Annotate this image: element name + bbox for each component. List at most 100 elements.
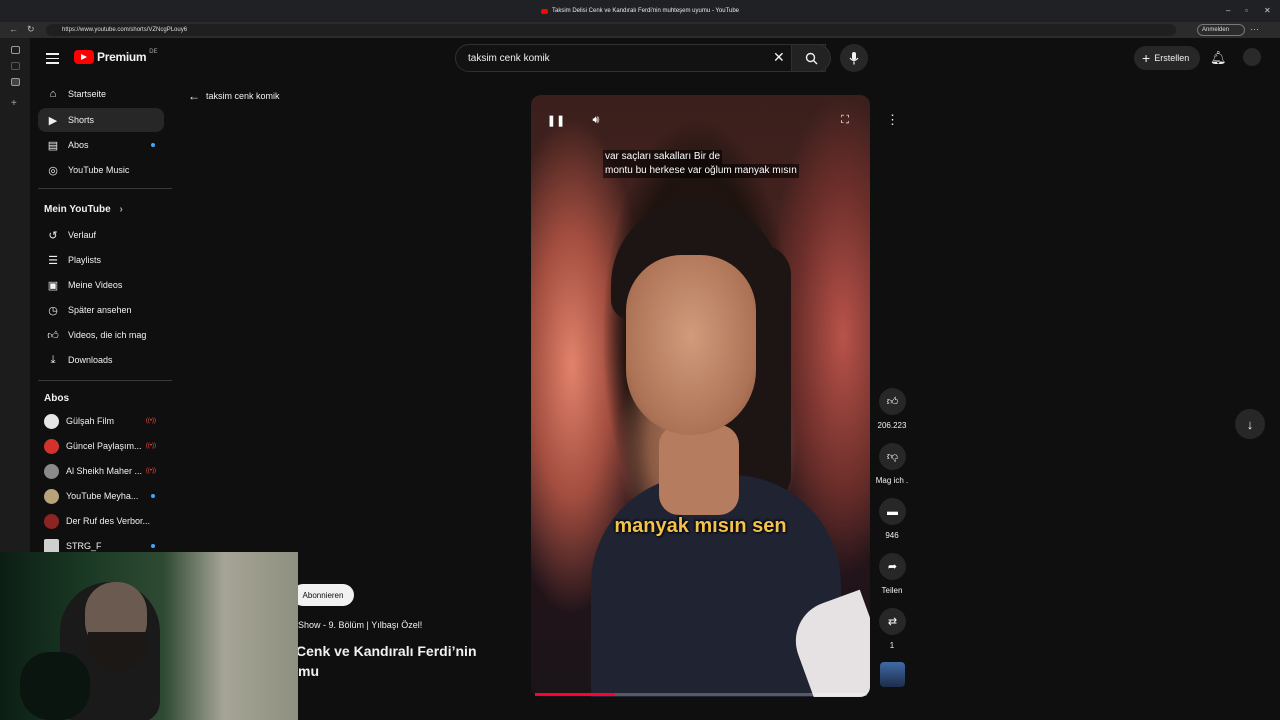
like-button[interactable]: 👍︎ (879, 388, 906, 415)
profile-button[interactable]: Anmelden (1197, 24, 1245, 36)
more-options-button[interactable]: ⋮ (879, 106, 906, 133)
chevron-right-icon: › (119, 204, 123, 215)
my-videos-icon: ▣ (47, 279, 59, 292)
new-tab-icon[interactable]: + (11, 98, 17, 109)
back-to-search-link[interactable]: ← taksim cenk komik (188, 89, 280, 103)
home-icon: ⌂ (49, 88, 57, 100)
maximize-icon[interactable]: ▫ (1245, 6, 1248, 15)
progress-bar[interactable] (535, 693, 867, 696)
notifications-bell-icon[interactable]: 🔔︎ (1210, 50, 1227, 66)
menu-dots-icon[interactable]: ⋯ (1250, 24, 1259, 35)
clear-search-icon[interactable]: ✕ (773, 49, 785, 66)
shorts-video-player[interactable]: var saçları sakalları Bir de montu bu he… (531, 95, 870, 697)
remix-count: 1 (889, 641, 895, 650)
youtube-favicon-icon (540, 8, 548, 14)
live-icon: ((•)) (145, 418, 156, 424)
youtube-logo[interactable]: Premium DE (74, 49, 158, 64)
close-window-icon[interactable]: ✕ (1264, 6, 1271, 15)
back-icon[interactable]: ← (9, 24, 18, 34)
sidebar-item-subscriptions[interactable]: ▤ Abos (38, 133, 164, 157)
comment-icon: ▬ (887, 505, 898, 518)
subscription-item[interactable]: Der Ruf des Verbor... (38, 509, 164, 533)
video-description-line: Show - 9. Bölüm | Yılbaşı Özel! (298, 620, 423, 630)
like-count: 206.223 (877, 421, 907, 430)
burned-in-caption: manyak mısın sen (614, 515, 787, 537)
webcam-person-shape (20, 652, 90, 720)
search-value: taksim cenk komik (468, 52, 550, 64)
sidebar-item-my-videos[interactable]: ▣ Meine Videos (38, 273, 164, 297)
url-text: https://www.youtube.com/shorts/VZNcgPLou… (62, 27, 188, 33)
playlists-icon: ☰ (48, 254, 58, 267)
subscription-item[interactable]: Al Sheikh Maher ... ((•)) (38, 459, 164, 483)
share-label: Teilen (881, 586, 903, 595)
section-heading-label: Mein YouTube (44, 204, 111, 215)
music-icon: ◎ (48, 164, 58, 177)
subscription-item[interactable]: YouTube Meyha... (38, 484, 164, 508)
pause-button[interactable]: ❚❚ (543, 107, 569, 133)
dislike-button[interactable]: 👎︎ (879, 443, 906, 470)
subscription-item[interactable]: Güncel Paylaşım... ((•)) (38, 434, 164, 458)
youtube-play-icon (74, 50, 94, 64)
comments-button[interactable]: ▬ (879, 498, 906, 525)
subscribe-button[interactable]: Abonnieren (292, 584, 354, 606)
logo-text: Premium (97, 50, 147, 64)
pause-icon: ❚❚ (546, 114, 566, 127)
sidebar-item-playlists[interactable]: ☰ Playlists (38, 248, 164, 272)
channel-avatar (44, 513, 59, 529)
download-icon: ⤓ (50, 353, 56, 366)
channel-avatar (44, 413, 59, 429)
profile-label: Anmelden (1202, 27, 1230, 33)
minimize-icon[interactable]: – (1226, 6, 1230, 15)
menu-icon[interactable] (46, 50, 59, 67)
address-bar[interactable]: https://www.youtube.com/shorts/VZNcgPLou… (46, 24, 1176, 36)
sidebar-item-watch-later[interactable]: ◷ Später ansehen (38, 298, 164, 322)
subtitle-captions: var saçları sakalları Bir de montu bu he… (603, 150, 799, 178)
subscription-label: Al Sheikh Maher ... (66, 466, 143, 476)
search-input[interactable]: taksim cenk komik (455, 44, 826, 72)
logo-region: DE (149, 49, 158, 55)
fullscreen-button[interactable]: ⛶ (832, 107, 858, 133)
sidebar-item-label: Später ansehen (68, 305, 132, 315)
sidebar-item-downloads[interactable]: ⤓ Downloads (38, 348, 164, 372)
sidebar-item-label: Startseite (68, 89, 107, 99)
video-title-continued: mu (298, 663, 319, 679)
sidebar-item-label: Playlists (68, 255, 102, 265)
subscription-label: YouTube Meyha... (66, 491, 139, 501)
avatar[interactable] (1243, 48, 1261, 66)
watch-later-icon: ◷ (48, 304, 58, 317)
live-icon: ((•)) (145, 443, 156, 449)
subscription-item[interactable]: Gülşah Film ((•)) (38, 409, 164, 433)
voice-search-button[interactable] (840, 44, 868, 72)
sidebar-item-shorts[interactable]: ▶ Shorts (38, 108, 164, 132)
search-button[interactable] (791, 44, 831, 72)
new-content-dot (151, 143, 155, 147)
remix-icon: ⇄ (887, 616, 898, 628)
shorts-icon: ▶ (48, 114, 58, 127)
share-icon: ➦ (887, 561, 898, 573)
share-button[interactable]: ➦ (879, 553, 906, 580)
remix-button[interactable]: ⇄ (879, 608, 906, 635)
sidebar-item-liked[interactable]: 👍︎ Videos, die ich mag (38, 323, 164, 347)
caption-line: montu bu herkese var oğlum manyak mısın (603, 164, 799, 178)
sidebar-item-music[interactable]: ◎ YouTube Music (38, 158, 164, 182)
sound-thumbnail[interactable] (880, 662, 905, 687)
tab-icon[interactable] (11, 46, 20, 54)
microphone-icon (849, 51, 859, 64)
subscription-label: STRG_F (66, 541, 102, 551)
sidebar-item-history[interactable]: ↺ Verlauf (38, 223, 164, 247)
reload-icon[interactable]: ↻ (27, 24, 35, 35)
subscribe-label: Abonnieren (302, 590, 344, 600)
create-button[interactable]: + Erstellen (1134, 46, 1200, 70)
volume-icon: 🔊︎ (592, 113, 600, 126)
volume-button[interactable]: 🔊︎ (583, 107, 609, 133)
back-search-label: taksim cenk komik (206, 91, 280, 101)
divider (38, 380, 172, 381)
section-heading-you[interactable]: Mein YouTube › (44, 204, 123, 215)
next-video-button[interactable]: ↓ (1235, 409, 1265, 439)
subscription-label: Gülşah Film (66, 416, 115, 426)
channel-avatar (44, 438, 59, 454)
arrow-down-icon: ↓ (1246, 416, 1254, 432)
tab-icon[interactable] (11, 78, 20, 86)
sidebar-item-home[interactable]: ⌂ Startseite (38, 82, 164, 106)
tab-icon[interactable] (11, 62, 20, 70)
